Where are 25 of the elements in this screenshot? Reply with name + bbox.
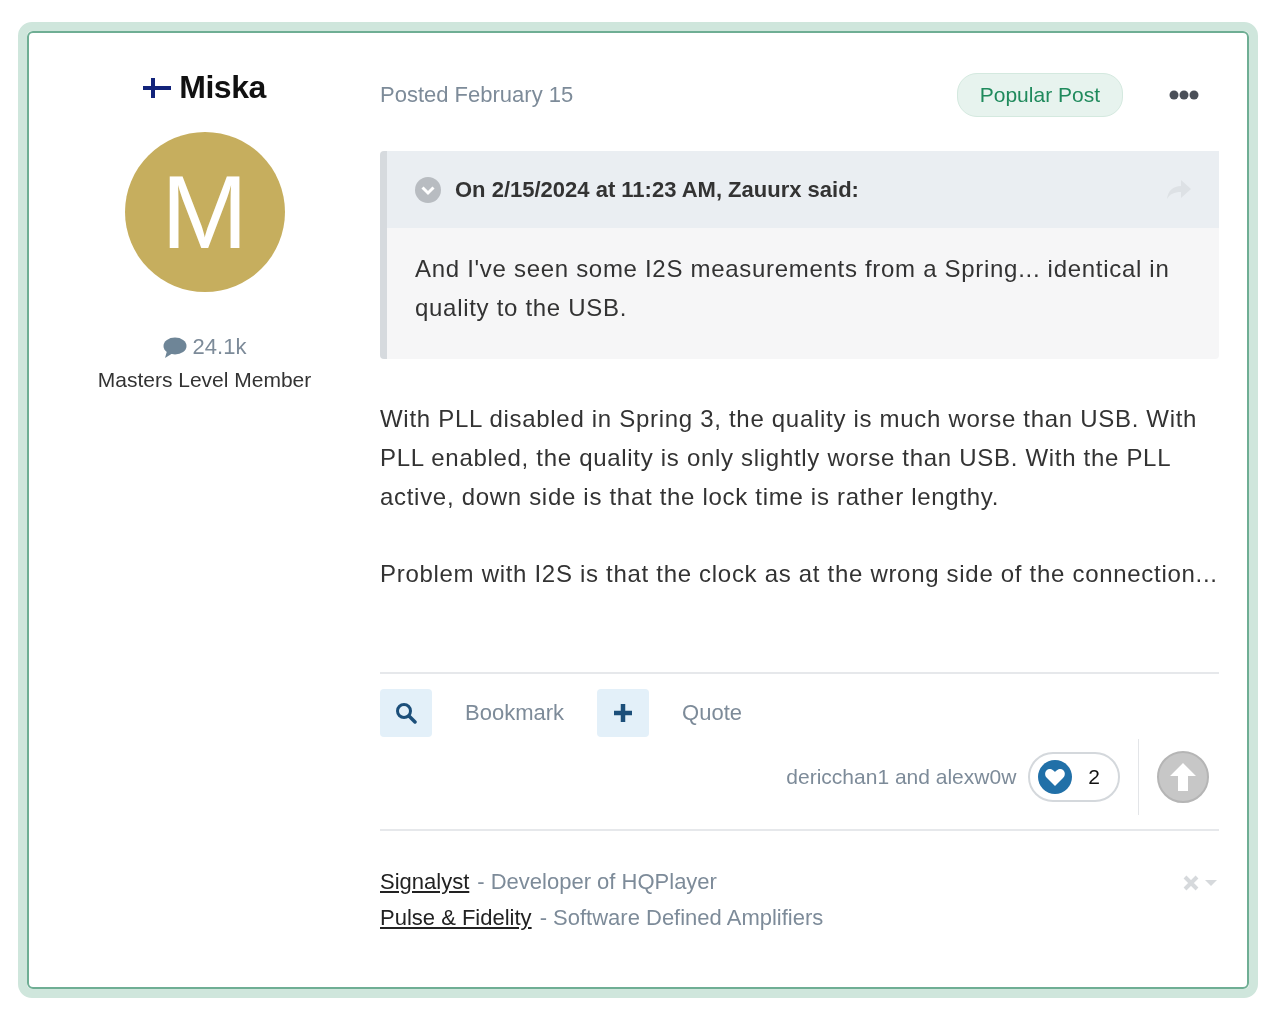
more-options-icon[interactable] <box>1169 90 1199 100</box>
flag-icon <box>143 77 172 98</box>
author-name[interactable]: Miska <box>179 69 266 106</box>
speech-bubble-icon <box>162 336 187 358</box>
search-button[interactable] <box>380 689 432 737</box>
search-icon <box>395 702 417 724</box>
reaction-button[interactable]: 2 <box>1028 752 1120 802</box>
plus-button[interactable] <box>597 689 650 737</box>
post-count: 24.1k <box>192 334 247 360</box>
signature-link[interactable]: Signalyst <box>380 869 470 895</box>
post-paragraph: Problem with I2S is that the clock as at the wrong side of the connection... <box>380 559 1219 589</box>
up-arrow-icon <box>1168 761 1198 793</box>
member-rank: Masters Level Member <box>97 368 312 392</box>
collapse-icon[interactable] <box>415 176 441 203</box>
signature-text: - Software Defined Amplifiers <box>539 905 824 931</box>
signature-text: - Developer of HQPlayer <box>477 869 717 895</box>
post-paragraph: With PLL disabled in Spring 3, the quality is much worse than USB. With PLL enabled, the quality is only slightly worse than USB. With the PLL active, down side is that the lock time is rather lengthy. <box>380 404 1199 512</box>
upvote-button[interactable] <box>1157 751 1209 803</box>
quote-header: On 2/15/2024 at 11:23 AM, Zauurx said: <box>455 176 860 203</box>
signature-link[interactable]: Pulse & Fidelity <box>380 905 532 931</box>
signature-dismiss-icon[interactable] <box>1183 875 1219 891</box>
popular-post-badge: Popular Post <box>956 73 1123 117</box>
plus-icon <box>613 703 634 723</box>
quote-text: And I've seen some I2S measurements from a Spring... identical in quality to the USB. <box>414 254 1171 323</box>
post-date: Posted February 15 <box>380 82 574 108</box>
